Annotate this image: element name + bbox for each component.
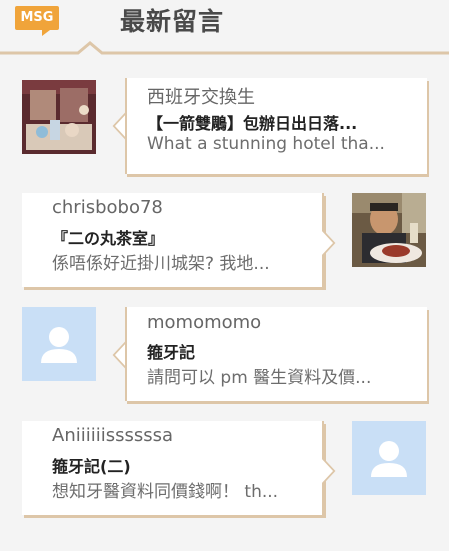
avatar[interactable] bbox=[352, 193, 426, 267]
comment-bubble[interactable]: momomomo 箍牙記 請問可以 pm 醫生資料及價... bbox=[125, 307, 427, 401]
comment-post-title[interactable]: 『二の丸茶室』 bbox=[52, 225, 302, 249]
default-user-icon bbox=[352, 421, 426, 495]
avatar[interactable] bbox=[22, 80, 96, 154]
bubble-tail bbox=[322, 229, 336, 257]
bubble-tail bbox=[112, 341, 126, 369]
comment-bubble[interactable]: Aniiiiiissssssa 箍牙記(二) 想知牙醫資料同價錢啊！ th... bbox=[22, 421, 324, 515]
comment-item[interactable]: Aniiiiiissssssa 箍牙記(二) 想知牙醫資料同價錢啊！ th... bbox=[0, 421, 449, 521]
comment-item[interactable]: 西班牙交換生 【一箭雙鵰】包辦日出日落... What a stunning h… bbox=[0, 78, 449, 178]
comment-author[interactable]: momomomo bbox=[147, 312, 407, 333]
comment-bubble[interactable]: chrisbobo78 『二の丸茶室』 係唔係好近掛川城架? 我地... bbox=[22, 193, 324, 287]
comment-excerpt[interactable]: What a stunning hotel tha... bbox=[147, 134, 407, 154]
bubble-tail bbox=[322, 457, 336, 485]
comment-post-title[interactable]: 箍牙記(二) bbox=[52, 453, 302, 477]
default-user-icon bbox=[22, 307, 96, 381]
msg-badge-icon: MSG bbox=[15, 6, 59, 30]
comment-excerpt[interactable]: 請問可以 pm 醫生資料及價... bbox=[147, 363, 407, 388]
header-divider bbox=[0, 41, 449, 55]
comment-author[interactable]: Aniiiiiissssssa bbox=[52, 425, 302, 446]
comment-item[interactable]: momomomo 箍牙記 請問可以 pm 醫生資料及價... bbox=[0, 307, 449, 407]
avatar[interactable] bbox=[352, 421, 426, 495]
comment-item[interactable]: chrisbobo78 『二の丸茶室』 係唔係好近掛川城架? 我地... bbox=[0, 193, 449, 293]
bubble-tail bbox=[112, 112, 126, 140]
comment-excerpt[interactable]: 想知牙醫資料同價錢啊！ th... bbox=[52, 477, 302, 502]
comment-post-title[interactable]: 箍牙記 bbox=[147, 339, 407, 363]
comment-author[interactable]: chrisbobo78 bbox=[52, 197, 302, 218]
comment-excerpt[interactable]: 係唔係好近掛川城架? 我地... bbox=[52, 249, 302, 274]
avatar[interactable] bbox=[22, 307, 96, 381]
widget-title: 最新留言 bbox=[120, 7, 225, 36]
comment-bubble[interactable]: 西班牙交換生 【一箭雙鵰】包辦日出日落... What a stunning h… bbox=[125, 78, 427, 174]
avatar-photo-icon bbox=[352, 193, 426, 267]
comment-author[interactable]: 西班牙交換生 bbox=[147, 83, 407, 109]
avatar-photo-icon bbox=[22, 80, 96, 154]
widget-header: MSG 最新留言 bbox=[0, 0, 449, 56]
msg-badge-tail bbox=[42, 30, 50, 36]
comment-post-title[interactable]: 【一箭雙鵰】包辦日出日落... bbox=[147, 110, 407, 134]
